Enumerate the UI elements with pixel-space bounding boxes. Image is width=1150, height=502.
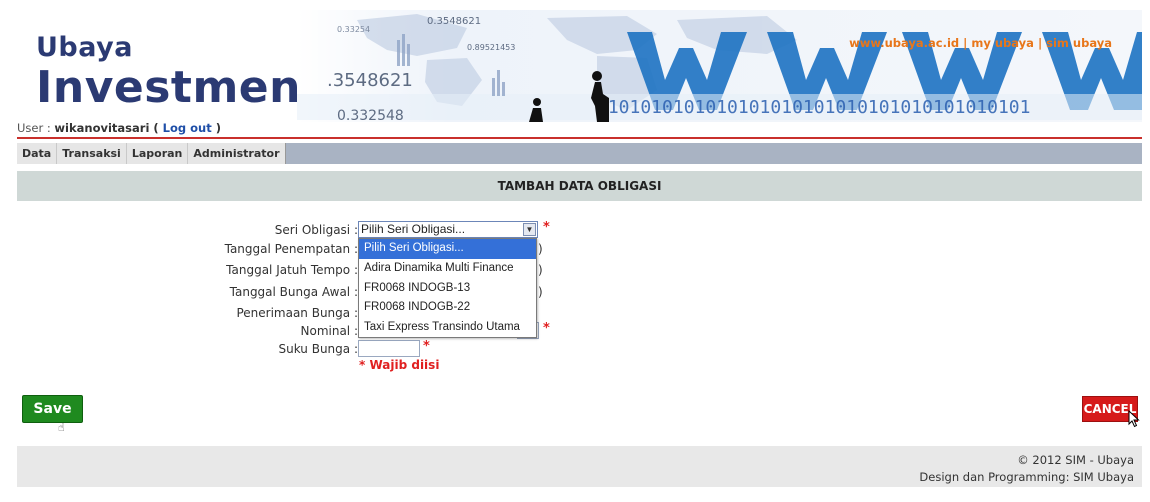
top-links-separator: | [963, 36, 968, 50]
header-divider [17, 137, 1142, 139]
suku-bunga-input[interactable] [358, 340, 420, 357]
logout-open-paren: ( [149, 121, 163, 135]
user-info: User : wikanovitasari ( Log out ) [17, 121, 221, 135]
date-hint-tail: ) [538, 263, 543, 277]
label-tanggal-penempatan: Tanggal Penempatan : [224, 242, 358, 256]
menu-item-data[interactable]: Data [17, 143, 58, 164]
dropdown-option[interactable]: FR0068 INDOGB-22 [359, 298, 536, 318]
brand-name-line1: Ubaya [36, 32, 133, 63]
username: wikanovitasari [54, 121, 150, 135]
banner-binary-text: 0101010101010101010101010101010101010101 [597, 97, 1030, 118]
link-my-ubaya[interactable]: my ubaya [971, 36, 1034, 50]
hand-cursor-icon: ☝ [58, 421, 65, 434]
label-tanggal-jatuh-tempo: Tanggal Jatuh Tempo : [226, 263, 358, 277]
link-sim-ubaya[interactable]: sim ubaya [1046, 36, 1112, 50]
dropdown-option[interactable]: FR0068 INDOGB-13 [359, 279, 536, 299]
header-banner: Ubaya Investment 01010101010101010101010… [17, 10, 1142, 122]
footer: © 2012 SIM - Ubaya Design dan Programmin… [17, 446, 1142, 487]
link-ubaya-site[interactable]: www.ubaya.ac.id [849, 36, 959, 50]
dropdown-option[interactable]: Adira Dinamika Multi Finance [359, 259, 536, 279]
logout-close-paren: ) [211, 121, 221, 135]
banner-number-2: 0.3548621 [427, 16, 481, 27]
date-hint-tail: ) [538, 285, 543, 299]
menu-bar: Data Transaksi Laporan Administrator [17, 143, 1142, 164]
top-links-separator: | [1037, 36, 1043, 50]
banner-number-4: .3548621 [327, 70, 413, 91]
mouse-pointer-icon [1128, 410, 1140, 428]
footer-credit: Design dan Programming: SIM Ubaya [919, 470, 1134, 484]
top-links: www.ubaya.ac.id | my ubaya | sim ubaya [849, 36, 1112, 50]
banner-world-graphic: 0101010101010101010101010101010101010101… [297, 10, 1142, 122]
logout-link[interactable]: Log out [163, 121, 212, 135]
page: Ubaya Investment 01010101010101010101010… [17, 10, 1142, 494]
required-marker: * [543, 321, 550, 336]
dropdown-option[interactable]: Pilih Seri Obligasi... [359, 239, 536, 259]
menu-item-transaksi[interactable]: Transaksi [57, 143, 127, 164]
label-suku-bunga: Suku Bunga : [278, 342, 359, 356]
label-seri-obligasi: Seri Obligasi : [274, 223, 358, 237]
menu-item-laporan[interactable]: Laporan [127, 143, 189, 164]
label-tanggal-bunga-awal: Tanggal Bunga Awal : [229, 285, 358, 299]
page-title-bar: TAMBAH DATA OBLIGASI [17, 171, 1142, 201]
dropdown-option[interactable]: Taxi Express Transindo Utama [359, 318, 536, 338]
seri-obligasi-options: Pilih Seri Obligasi... Adira Dinamika Mu… [358, 238, 537, 338]
label-penerimaan-bunga: Penerimaan Bunga : [236, 306, 358, 320]
required-marker: * [423, 339, 430, 354]
banner-number-1: 0.33254 [337, 25, 370, 34]
page-title: TAMBAH DATA OBLIGASI [497, 179, 662, 193]
seri-obligasi-select[interactable]: Pilih Seri Obligasi... ▼ [358, 221, 538, 238]
main-menu: Data Transaksi Laporan Administrator [17, 143, 286, 164]
seri-obligasi-selected-value: Pilih Seri Obligasi... [361, 222, 466, 236]
required-note: * Wajib diisi [359, 358, 440, 372]
banner-number-5: 0.332548 [337, 108, 404, 122]
save-button[interactable]: Save [22, 395, 83, 423]
chevron-down-icon[interactable]: ▼ [523, 223, 536, 236]
date-hint-tail: ) [538, 242, 543, 256]
brand-name-line2: Investment [36, 62, 323, 113]
label-nominal: Nominal : [300, 324, 359, 338]
banner-number-3: 0.89521453 [467, 43, 515, 52]
required-marker: * [543, 220, 550, 235]
user-prefix: User : [17, 121, 55, 135]
menu-item-administrator[interactable]: Administrator [188, 143, 284, 164]
footer-copyright: © 2012 SIM - Ubaya [1017, 453, 1134, 467]
